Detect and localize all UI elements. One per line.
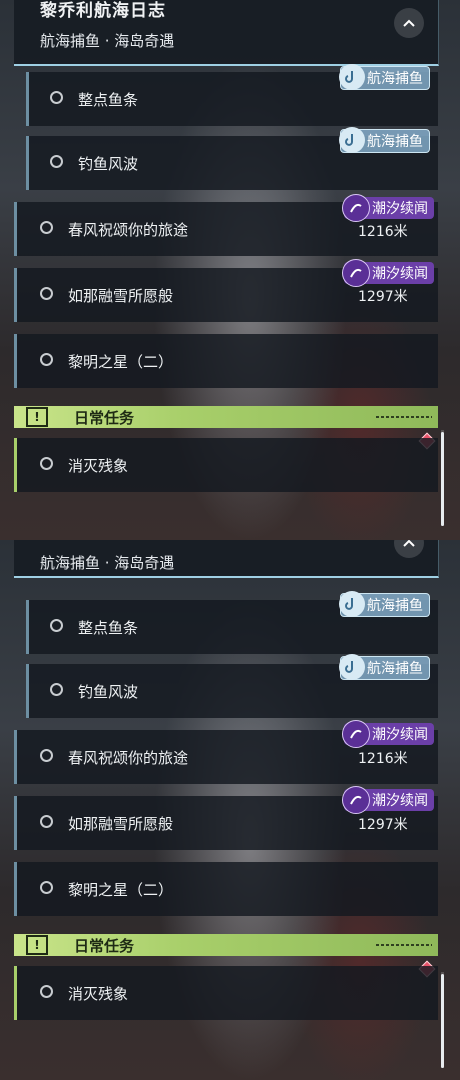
radio-circle-icon xyxy=(40,749,53,762)
header-decoration xyxy=(376,944,432,946)
collapse-button[interactable] xyxy=(394,8,424,38)
quest-header[interactable]: 黎乔利航海日志 航海捕鱼 · 海岛奇遇 xyxy=(14,540,439,578)
tag-label: 潮汐续闻 xyxy=(372,266,428,282)
quest-title: 如那融雪所愿般 xyxy=(68,287,174,305)
radio-circle-icon xyxy=(50,619,63,632)
daily-quests-label: 日常任务 xyxy=(74,409,135,427)
scrollbar-thumb[interactable] xyxy=(441,974,444,1068)
header-decoration xyxy=(376,416,432,418)
tag-label: 潮汐续闻 xyxy=(372,727,428,743)
quest-bar xyxy=(26,136,29,190)
quest-bar xyxy=(26,72,29,126)
quest-bar xyxy=(14,268,17,322)
tag-tide: 潮汐续闻 xyxy=(342,194,434,222)
fishing-hook-icon xyxy=(339,654,365,680)
quest-title: 消灭残象 xyxy=(68,457,129,475)
tag-label: 航海捕鱼 xyxy=(367,134,423,150)
quest-distance: 1216米 xyxy=(358,751,408,767)
quest-bar xyxy=(14,796,17,850)
quest-item[interactable]: 黎明之星（二） xyxy=(14,334,438,388)
tag-label: 航海捕鱼 xyxy=(367,71,423,87)
fishing-hook-icon xyxy=(339,64,365,90)
quest-bar xyxy=(14,862,17,916)
tag-fishing: 航海捕鱼 xyxy=(339,591,430,617)
quest-bar xyxy=(26,664,29,718)
radio-circle-icon xyxy=(40,815,53,828)
tag-tide: 潮汐续闻 xyxy=(342,720,434,748)
radio-circle-icon xyxy=(50,683,63,696)
radio-circle-icon xyxy=(40,985,53,998)
quest-panel-bottom: 黎乔利航海日志 航海捕鱼 · 海岛奇遇 整点鱼条 航海捕鱼 钓鱼风波 航海捕鱼 … xyxy=(0,540,460,1080)
tide-swirl-icon xyxy=(342,259,370,287)
tag-label: 潮汐续闻 xyxy=(372,201,428,217)
quest-title: 消灭残象 xyxy=(68,985,129,1003)
radio-circle-icon xyxy=(40,457,53,470)
tag-fishing: 航海捕鱼 xyxy=(339,64,430,90)
tag-tide: 潮汐续闻 xyxy=(342,259,434,287)
quest-title: 钓鱼风波 xyxy=(78,155,139,173)
quest-chain-subtitle: 航海捕鱼 · 海岛奇遇 xyxy=(40,554,175,572)
tag-label: 航海捕鱼 xyxy=(367,661,423,677)
tag-fishing: 航海捕鱼 xyxy=(339,654,430,680)
daily-quest-bar xyxy=(14,438,17,492)
exclamation-box-icon: ! xyxy=(26,935,48,955)
tide-swirl-icon xyxy=(342,720,370,748)
quest-title: 如那融雪所愿般 xyxy=(68,815,174,833)
quest-item[interactable]: 黎明之星（二） xyxy=(14,862,438,916)
quest-header[interactable]: 黎乔利航海日志 航海捕鱼 · 海岛奇遇 xyxy=(14,0,439,66)
chevron-up-icon xyxy=(403,19,415,27)
quest-bar xyxy=(14,334,17,388)
daily-quest-item[interactable]: 消灭残象 xyxy=(14,438,438,492)
daily-quests-label: 日常任务 xyxy=(74,937,135,955)
daily-quests-header[interactable]: ! 日常任务 xyxy=(14,934,438,956)
collapse-button[interactable] xyxy=(394,540,424,558)
quest-title: 春风祝颂你的旅途 xyxy=(68,221,189,239)
quest-bar xyxy=(14,202,17,256)
quest-title: 黎明之星（二） xyxy=(68,881,174,899)
quest-distance: 1297米 xyxy=(358,817,408,833)
fishing-hook-icon xyxy=(339,591,365,617)
radio-circle-icon xyxy=(40,881,53,894)
quest-panel-top: 黎乔利航海日志 航海捕鱼 · 海岛奇遇 整点鱼条 航海捕鱼 钓鱼风波 航海捕鱼 … xyxy=(0,0,460,540)
radio-circle-icon xyxy=(40,353,53,366)
fishing-hook-icon xyxy=(339,127,365,153)
quest-chain-title: 黎乔利航海日志 xyxy=(40,1,166,21)
quest-title: 钓鱼风波 xyxy=(78,683,139,701)
daily-quest-bar xyxy=(14,966,17,1020)
quest-distance: 1297米 xyxy=(358,289,408,305)
quest-title: 整点鱼条 xyxy=(78,619,139,637)
radio-circle-icon xyxy=(50,91,63,104)
quest-chain-subtitle: 航海捕鱼 · 海岛奇遇 xyxy=(40,32,175,50)
radio-circle-icon xyxy=(40,287,53,300)
chevron-up-icon xyxy=(403,540,415,547)
quest-title: 整点鱼条 xyxy=(78,91,139,109)
daily-quests-header[interactable]: ! 日常任务 xyxy=(14,406,438,428)
exclamation-box-icon: ! xyxy=(26,407,48,427)
quest-bar xyxy=(14,730,17,784)
radio-circle-icon xyxy=(40,221,53,234)
quest-title: 黎明之星（二） xyxy=(68,353,174,371)
quest-bar xyxy=(26,600,29,654)
quest-distance: 1216米 xyxy=(358,224,408,240)
tide-swirl-icon xyxy=(342,194,370,222)
radio-circle-icon xyxy=(50,155,63,168)
tag-label: 航海捕鱼 xyxy=(367,598,423,614)
tag-label: 潮汐续闻 xyxy=(372,793,428,809)
tag-tide: 潮汐续闻 xyxy=(342,786,434,814)
tide-swirl-icon xyxy=(342,786,370,814)
tag-fishing: 航海捕鱼 xyxy=(339,127,430,153)
scrollbar-thumb[interactable] xyxy=(441,432,444,526)
quest-title: 春风祝颂你的旅途 xyxy=(68,749,189,767)
daily-quest-item[interactable]: 消灭残象 xyxy=(14,966,438,1020)
